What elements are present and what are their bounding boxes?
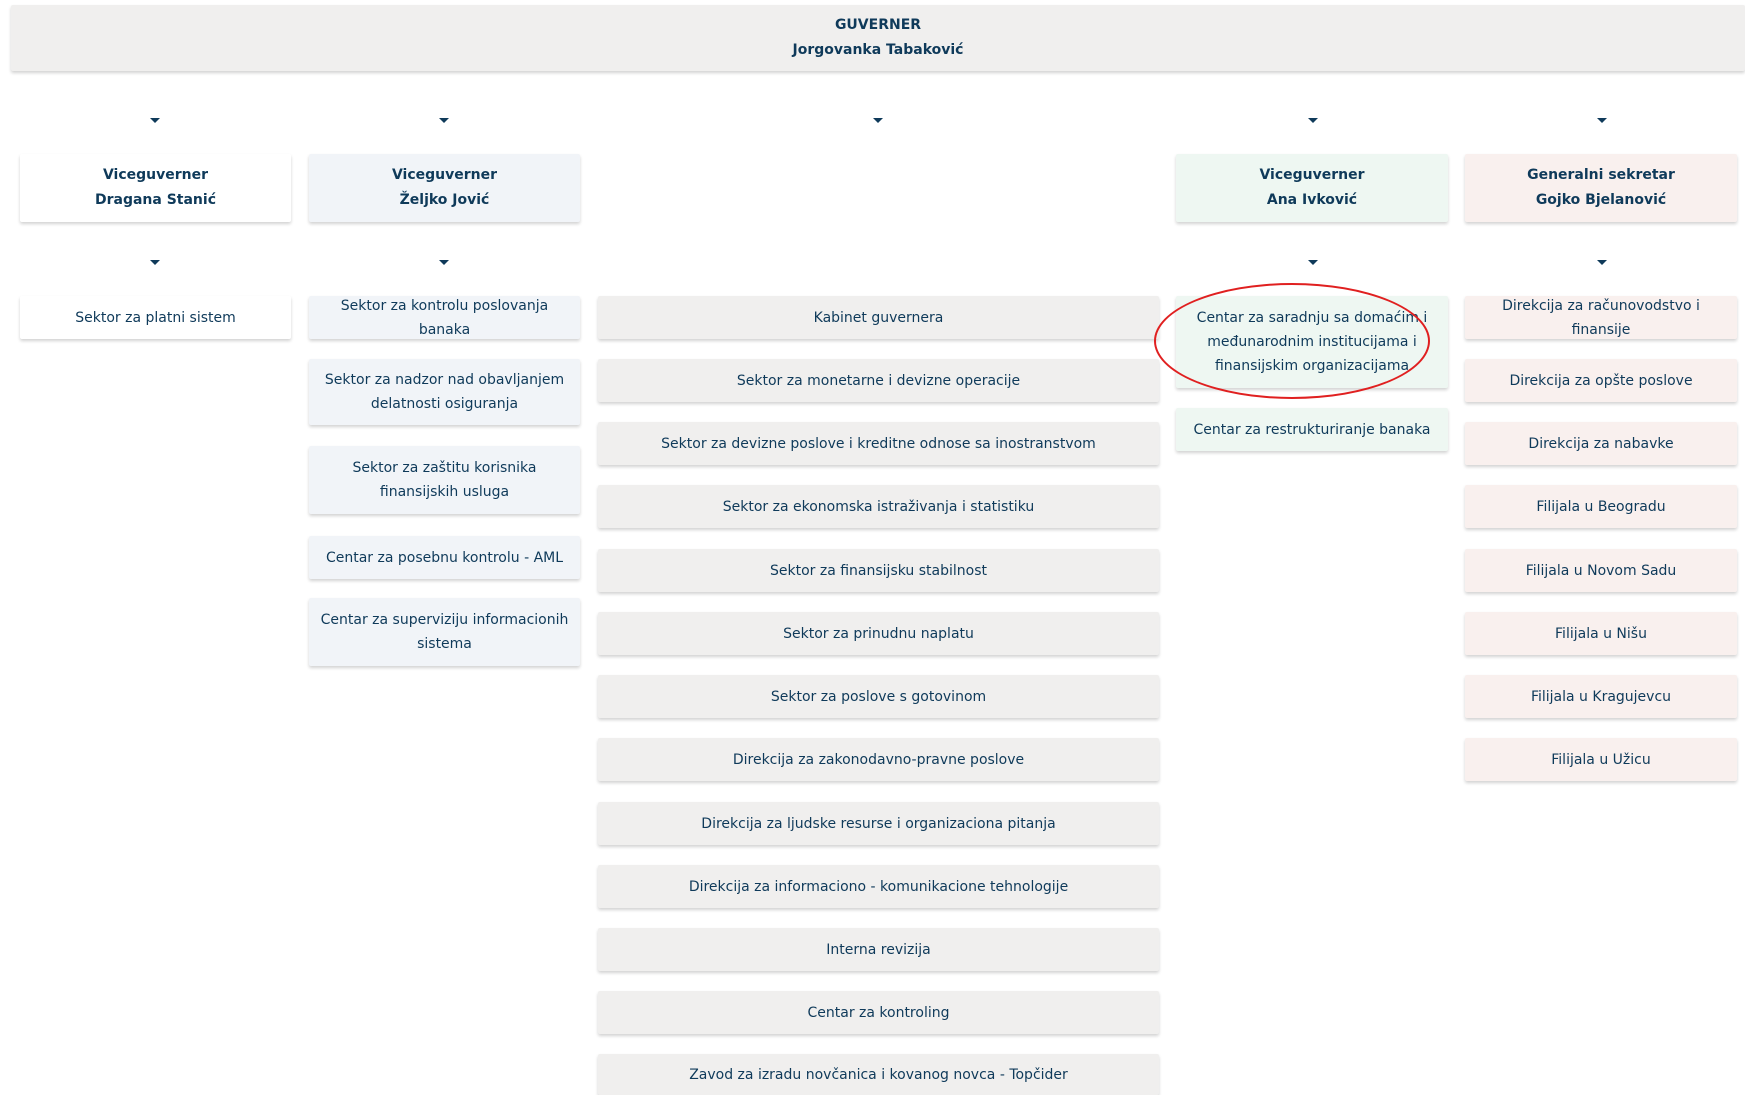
arrow-down-icon <box>873 118 883 123</box>
unit-box[interactable]: Centar za kontroling <box>598 991 1159 1034</box>
unit-box[interactable]: Direkcija za zakonodavno-pravne poslove <box>598 738 1159 781</box>
unit-box[interactable]: Sektor za zaštitu korisnika finansijskih… <box>309 446 580 514</box>
arrow-down-icon <box>150 260 160 265</box>
deputy-title: Viceguverner <box>102 167 209 183</box>
unit-box[interactable]: Sektor za poslove s gotovinom <box>598 675 1159 718</box>
secretary-name: Gojko Bjelanović <box>1535 192 1667 208</box>
governor-name: Jorgovanka Tabaković <box>792 42 964 58</box>
arrow-down-icon <box>1597 260 1607 265</box>
unit-box[interactable]: Direkcija za informaciono - komunikacion… <box>598 865 1159 908</box>
arrow-down-icon <box>150 118 160 123</box>
unit-box[interactable]: Filijala u Beogradu <box>1465 485 1737 528</box>
arrow-down-icon <box>1308 118 1318 123</box>
unit-box[interactable]: Sektor za finansijsku stabilnost <box>598 549 1159 592</box>
deputy-governor-1[interactable]: Viceguverner Dragana Stanić <box>20 154 291 222</box>
arrow-down-icon <box>1308 260 1318 265</box>
deputy-governor-3[interactable]: Viceguverner Ana Ivković <box>1176 154 1448 222</box>
deputy-name: Ana Ivković <box>1266 192 1358 208</box>
secretary-title: Generalni sekretar <box>1527 167 1675 183</box>
unit-box[interactable]: Sektor za prinudnu naplatu <box>598 612 1159 655</box>
unit-box[interactable]: Centar za posebnu kontrolu - AML <box>309 536 580 579</box>
unit-box[interactable]: Sektor za monetarne i devizne operacije <box>598 359 1159 402</box>
unit-box[interactable]: Centar za restrukturiranje banaka <box>1176 408 1448 451</box>
deputy-name: Željko Jović <box>399 192 490 208</box>
unit-box[interactable]: Sektor za nadzor nad obavljanjem delatno… <box>309 359 580 425</box>
unit-box[interactable]: Kabinet guvernera <box>598 296 1159 339</box>
unit-box[interactable]: Sektor za ekonomska istraživanja i stati… <box>598 485 1159 528</box>
unit-box[interactable]: Sektor za platni sistem <box>20 296 291 339</box>
general-secretary[interactable]: Generalni sekretar Gojko Bjelanović <box>1465 154 1737 222</box>
arrow-down-icon <box>1597 118 1607 123</box>
deputy-governor-2[interactable]: Viceguverner Željko Jović <box>309 154 580 222</box>
arrow-down-icon <box>439 260 449 265</box>
unit-box[interactable]: Direkcija za računovodstvo i finansije <box>1465 296 1737 339</box>
unit-box[interactable]: Filijala u Kragujevcu <box>1465 675 1737 718</box>
unit-box[interactable]: Centar za saradnju sa domaćim i međunaro… <box>1176 296 1448 388</box>
governor-title: GUVERNER <box>834 17 922 33</box>
unit-box[interactable]: Direkcija za ljudske resurse i organizac… <box>598 802 1159 845</box>
unit-box[interactable]: Filijala u Užicu <box>1465 738 1737 781</box>
deputy-name: Dragana Stanić <box>94 192 217 208</box>
unit-box[interactable]: Filijala u Nišu <box>1465 612 1737 655</box>
arrow-down-icon <box>439 118 449 123</box>
unit-box[interactable]: Interna revizija <box>598 928 1159 971</box>
unit-box[interactable]: Direkcija za opšte poslove <box>1465 359 1737 402</box>
unit-box[interactable]: Zavod za izradu novčanica i kovanog novc… <box>598 1054 1159 1095</box>
governor-box[interactable]: GUVERNER Jorgovanka Tabaković <box>11 5 1745 71</box>
unit-box[interactable]: Centar za superviziju informacionih sist… <box>309 598 580 666</box>
unit-box[interactable]: Sektor za kontrolu poslovanja banaka <box>309 296 580 339</box>
deputy-title: Viceguverner <box>1259 167 1365 183</box>
unit-box[interactable]: Filijala u Novom Sadu <box>1465 549 1737 592</box>
deputy-title: Viceguverner <box>391 167 498 183</box>
unit-box[interactable]: Sektor za devizne poslove i kreditne odn… <box>598 422 1159 465</box>
unit-box[interactable]: Direkcija za nabavke <box>1465 422 1737 465</box>
